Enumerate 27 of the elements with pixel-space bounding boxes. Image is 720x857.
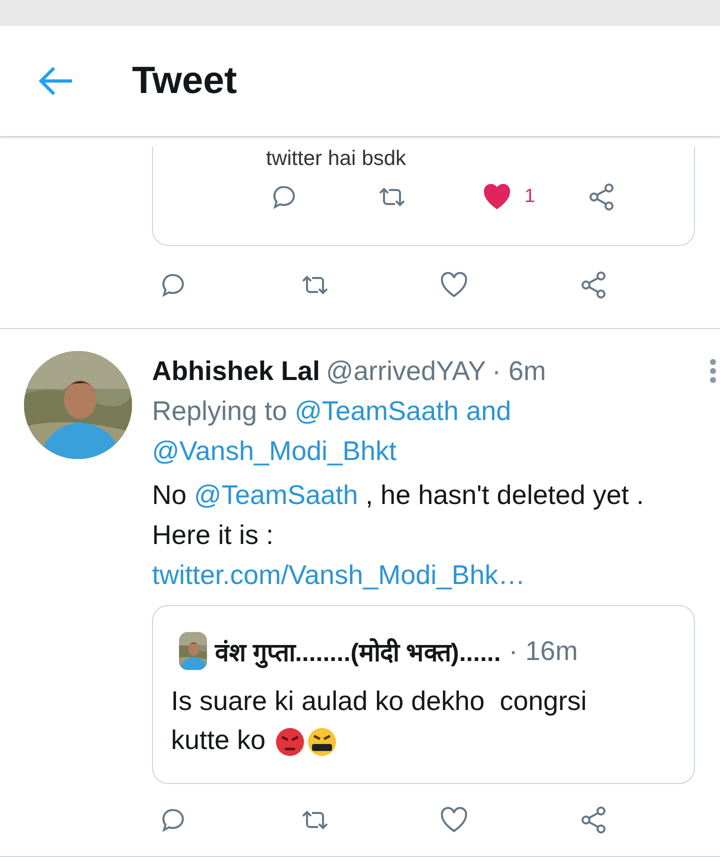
heart-icon[interactable] — [482, 184, 510, 210]
angry-emoji-icon — [275, 726, 306, 757]
tweet-link[interactable]: twitter.com/Vansh_Modi_Bhk… — [152, 555, 697, 595]
share-icon[interactable] — [588, 183, 616, 211]
tweet-time: · 6m — [492, 355, 546, 388]
heart-icon[interactable] — [440, 272, 468, 298]
like-count: 1 — [524, 186, 536, 208]
heart-icon[interactable] — [440, 807, 468, 833]
quoted-tweet-text: Is suare ki aulad ko dekho congrsi kutte ko — [171, 685, 588, 759]
reply-icon[interactable] — [160, 272, 186, 298]
more-options-icon[interactable] — [709, 358, 717, 384]
share-icon[interactable] — [580, 806, 608, 834]
reply-recipient[interactable]: @Vansh_Modi_Bhkt — [152, 431, 697, 471]
replying-to-label: Replying to — [152, 396, 288, 426]
reply-icon[interactable] — [160, 807, 186, 833]
reply-recipient[interactable]: @TeamSaath and — [294, 396, 512, 426]
quoted-tweet-text: twitter hai bsdk — [266, 147, 408, 171]
author-handle[interactable]: @arrivedYAY — [326, 351, 486, 391]
page-title: Tweet — [132, 60, 237, 102]
quoted-tweet-time: · 16m — [508, 636, 578, 666]
author-name[interactable]: Abhishek Lal — [152, 351, 320, 391]
share-icon[interactable] — [580, 271, 608, 299]
cursing-emoji-icon — [307, 726, 338, 757]
back-arrow-icon[interactable] — [38, 65, 74, 97]
reply-icon[interactable] — [271, 184, 297, 210]
quoted-author-name: वंश गुप्ता........(मोदी भक्त)...... — [215, 637, 501, 668]
tweet-text: No @TeamSaath , he hasn't deleted yet . Here it is : twitter.com/Vansh_Modi_Bhk… — [152, 475, 697, 595]
